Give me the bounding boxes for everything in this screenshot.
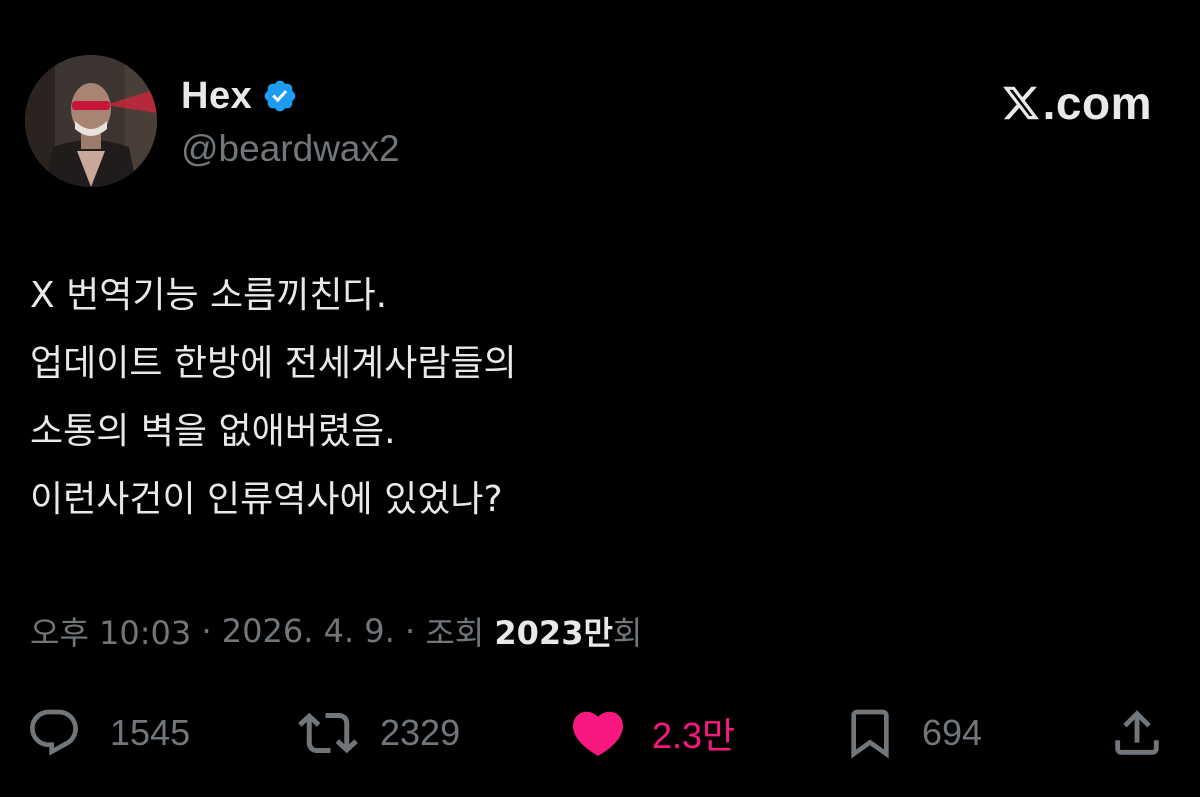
repost-count: 2329 bbox=[380, 712, 461, 753]
meta-separator: · bbox=[394, 612, 426, 650]
views-suffix: 회 bbox=[612, 614, 643, 652]
author-name-row[interactable]: Hex bbox=[181, 72, 298, 120]
reply-button[interactable]: 1545 bbox=[26, 700, 190, 766]
tweet-text: X 번역기능 소름끼친다. 업데이트 한방에 전세계사람들의 소통의 벽을 없애… bbox=[30, 262, 1130, 534]
author-handle[interactable]: @beardwax2 bbox=[181, 128, 400, 170]
bookmark-count: 694 bbox=[922, 712, 983, 753]
repost-button[interactable]: 2329 bbox=[298, 700, 460, 766]
avatar[interactable] bbox=[25, 55, 157, 187]
views-count: 2023만 bbox=[494, 614, 613, 652]
action-bar: 1545 2329 2.3만 694 bbox=[0, 700, 1200, 766]
share-button[interactable] bbox=[1108, 700, 1166, 766]
heart-icon bbox=[572, 711, 624, 756]
verified-badge-icon bbox=[264, 80, 296, 112]
share-icon bbox=[1115, 710, 1159, 755]
author-display-name[interactable]: Hex bbox=[181, 75, 252, 118]
x-logo-icon bbox=[1002, 86, 1039, 120]
bookmark-button[interactable]: 694 bbox=[842, 700, 982, 766]
tweet-text-line: 소통의 벽을 없애버렸음. bbox=[30, 411, 396, 452]
meta-separator: · bbox=[191, 612, 222, 650]
tweet-text-line: 이런사건이 인류역사에 있었나? bbox=[30, 479, 503, 520]
avatar-image bbox=[25, 55, 157, 187]
brand-watermark: .com bbox=[1001, 77, 1152, 129]
bookmark-icon bbox=[851, 709, 889, 759]
views-label: 조회 bbox=[425, 614, 495, 652]
like-count: 2.3만 bbox=[652, 715, 736, 756]
like-button[interactable]: 2.3만 bbox=[568, 700, 735, 766]
post-time[interactable]: 오후 10:03 bbox=[30, 608, 191, 654]
tweet-text-line: 업데이트 한방에 전세계사람들의 bbox=[30, 343, 517, 384]
tweet-text-line: X 번역기능 소름끼친다. bbox=[30, 275, 388, 316]
tweet-card: Hex @beardwax2 .com X 번역기능 소름끼친다. 업데이트 한… bbox=[0, 0, 1200, 797]
reply-count: 1545 bbox=[110, 712, 191, 753]
reply-icon bbox=[30, 709, 78, 756]
repost-icon bbox=[298, 712, 358, 754]
post-date[interactable]: 2026. 4. 9. bbox=[222, 612, 395, 650]
tweet-meta: 오후 10:03 · 2026. 4. 9. · 조회 2023만 회 bbox=[30, 604, 642, 658]
brand-domain-text: .com bbox=[1042, 77, 1152, 129]
